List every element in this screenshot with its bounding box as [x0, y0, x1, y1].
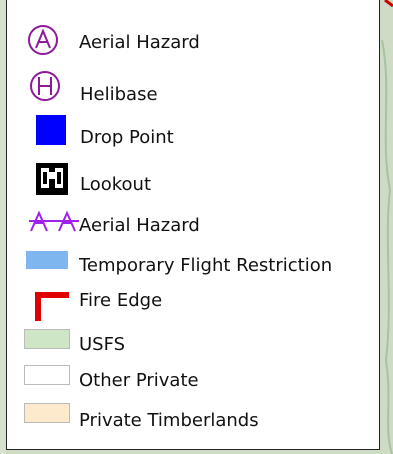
helibase-icon	[28, 69, 62, 107]
legend-label: Drop Point	[80, 127, 174, 148]
fire-edge-icon	[35, 291, 69, 325]
legend-label: Lookout	[80, 174, 151, 195]
legend-label: USFS	[79, 334, 126, 355]
other-private-swatch-icon	[24, 365, 70, 385]
legend-label: Other Private	[79, 370, 199, 391]
aerial-hazard-line-icon	[29, 209, 85, 241]
legend-label: Temporary Flight Restriction	[79, 255, 333, 276]
legend-label: Aerial Hazard	[79, 215, 200, 236]
legend-label: Private Timberlands	[79, 410, 259, 431]
aerial-hazard-circle-icon	[26, 23, 60, 61]
private-timberlands-swatch-icon	[24, 403, 70, 423]
drop-point-square-icon	[36, 115, 66, 145]
legend-label: Helibase	[80, 84, 158, 105]
legend-label: Fire Edge	[79, 290, 163, 311]
map-legend: Aerial Hazard Helibase Drop Point Lookou…	[6, 0, 380, 450]
legend-label: Aerial Hazard	[79, 32, 200, 53]
usfs-swatch-icon	[24, 329, 70, 349]
binoculars-icon	[36, 163, 68, 199]
tfr-swatch-icon	[26, 251, 68, 269]
